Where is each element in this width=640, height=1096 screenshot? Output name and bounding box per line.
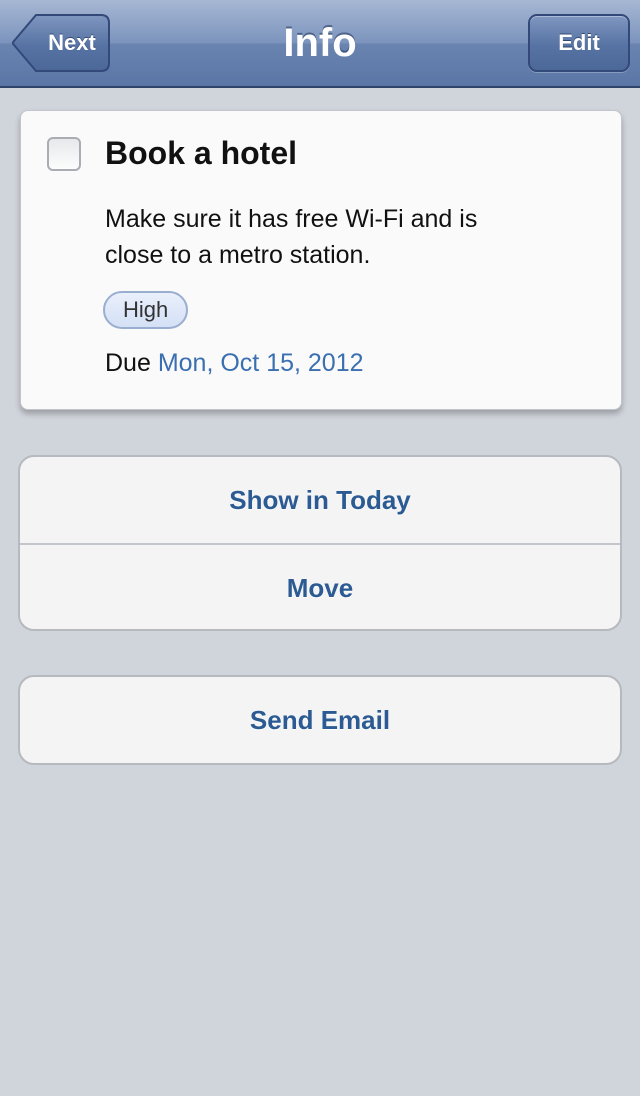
move-button[interactable]: Move (20, 543, 620, 629)
next-button[interactable]: Next (12, 14, 110, 72)
task-notes-line: Make sure it has free Wi-Fi and is (105, 205, 478, 233)
priority-badge[interactable]: High (103, 291, 189, 329)
due-date: Mon, Oct 15, 2012 (157, 349, 364, 377)
task-title[interactable]: Book a hotel (105, 135, 297, 172)
send-email-button[interactable]: Send Email (20, 677, 620, 763)
actions-group-1: Show in Today Move (18, 455, 622, 631)
navigation-bar: Info Next Edit (0, 0, 640, 88)
task-card: Book a hotel Make sure it has free Wi-Fi… (20, 110, 622, 410)
next-button-label: Next (48, 30, 96, 55)
due-date-row[interactable]: Due Mon, Oct 15, 2012 (105, 349, 364, 378)
checkbox-icon[interactable] (47, 137, 81, 171)
task-notes-line: close to a metro station. (105, 241, 371, 269)
actions-group-2: Send Email (18, 675, 622, 765)
edit-button[interactable]: Edit (528, 14, 630, 72)
due-label: Due (105, 349, 151, 377)
show-in-today-button[interactable]: Show in Today (20, 457, 620, 543)
task-notes[interactable]: Make sure it has free Wi-Fi and is close… (105, 201, 585, 273)
